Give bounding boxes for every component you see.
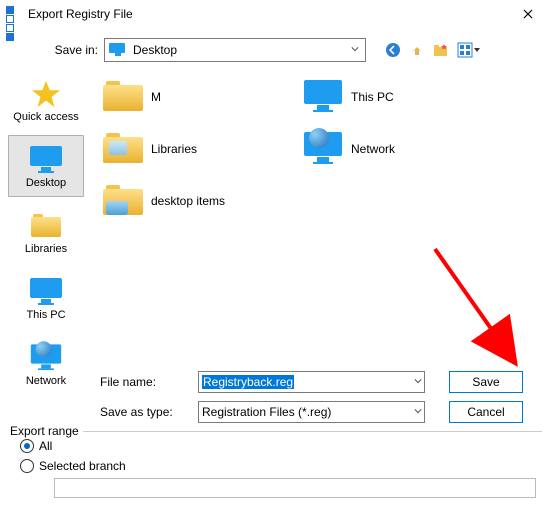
desktop-icon	[109, 43, 127, 57]
desktop-icon	[29, 145, 63, 175]
file-list-pane[interactable]: M This PC Libraries Network desktop item…	[92, 69, 552, 369]
places-bar: Quick access Desktop Libraries This PC N…	[0, 69, 92, 369]
close-button[interactable]	[508, 2, 548, 26]
save-in-combo[interactable]: Desktop	[104, 38, 366, 62]
save-as-type-combo[interactable]: Registration Files (*.reg)	[198, 401, 425, 423]
export-range-group: Export range All Selected branch	[10, 431, 542, 504]
sidebar-quick-access[interactable]: Quick access	[8, 69, 84, 131]
list-item[interactable]: desktop items	[101, 177, 301, 225]
radio-icon	[20, 459, 34, 473]
list-item[interactable]: Network	[301, 125, 501, 173]
radio-selected-branch[interactable]: Selected branch	[20, 456, 542, 476]
chevron-down-icon[interactable]	[348, 42, 362, 56]
sidebar-desktop[interactable]: Desktop	[8, 135, 84, 197]
list-item[interactable]: M	[101, 73, 301, 121]
folder-icon	[29, 211, 63, 241]
save-in-value: Desktop	[133, 43, 177, 57]
export-range-legend: Export range	[10, 424, 83, 438]
chevron-down-icon[interactable]	[414, 374, 422, 388]
view-menu-icon[interactable]	[456, 41, 482, 59]
up-icon[interactable]	[408, 41, 426, 59]
regedit-icon	[6, 6, 22, 22]
save-button[interactable]: Save	[449, 371, 523, 393]
sidebar-network[interactable]: Network	[8, 333, 84, 395]
list-item[interactable]: Libraries	[101, 125, 301, 173]
radio-all[interactable]: All	[20, 436, 542, 456]
libraries-icon	[101, 129, 145, 169]
monitor-icon	[301, 77, 345, 117]
file-name-label: File name:	[100, 375, 198, 389]
selected-branch-input[interactable]	[54, 478, 536, 498]
sidebar-this-pc[interactable]: This PC	[8, 267, 84, 329]
sidebar-libraries[interactable]: Libraries	[8, 201, 84, 263]
new-folder-icon[interactable]	[432, 41, 450, 59]
monitor-icon	[29, 277, 63, 307]
cancel-button[interactable]: Cancel	[449, 401, 523, 423]
chevron-down-icon[interactable]	[414, 404, 422, 418]
network-icon	[301, 129, 345, 169]
network-icon	[29, 343, 63, 373]
navigation-toolbar	[384, 41, 482, 59]
star-icon	[29, 79, 63, 109]
back-icon[interactable]	[384, 41, 402, 59]
list-item[interactable]: This PC	[301, 73, 501, 121]
window-title: Export Registry File	[28, 7, 133, 21]
file-name-value: Registryback.reg	[202, 375, 294, 389]
save-as-type-label: Save as type:	[100, 405, 198, 419]
title-bar: Export Registry File	[0, 0, 552, 29]
folder-icon	[101, 181, 145, 221]
radio-icon	[20, 439, 34, 453]
save-as-type-value: Registration Files (*.reg)	[202, 405, 331, 419]
folder-icon	[101, 77, 145, 117]
save-in-label: Save in:	[40, 43, 104, 57]
file-name-combo[interactable]: Registryback.reg	[198, 371, 425, 393]
